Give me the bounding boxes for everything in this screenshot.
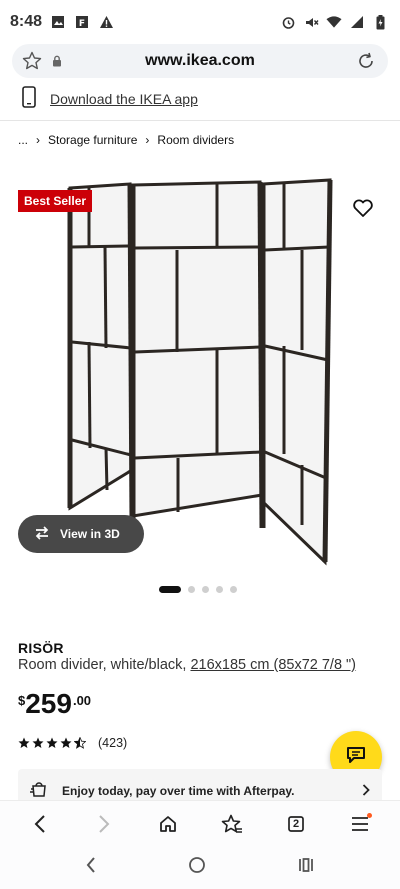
product-dimensions-link[interactable]: 216x185 cm (85x72 7/8 ") [190,657,356,673]
font-icon: F [74,14,90,30]
carousel-dot[interactable] [230,586,237,593]
nav-back-icon [87,857,96,873]
product-description-text: Room divider, white/black, [18,657,191,673]
signal-icon [349,14,365,30]
status-left: 8:48 F [10,13,114,31]
product-image[interactable] [0,170,400,570]
tabs-button[interactable]: 2 [278,806,314,842]
star-filled-icon [32,737,44,748]
breadcrumb: ... › Storage furniture › Room dividers [18,133,234,147]
breadcrumb-ellipsis[interactable]: ... [18,133,28,147]
carousel-dot[interactable] [188,586,195,593]
status-bar: 8:48 F [0,0,400,44]
view-in-3d-button[interactable]: View in 3D [18,515,144,553]
nav-back-button[interactable] [85,856,97,879]
star-icon[interactable] [22,51,42,76]
3d-rotate-icon [32,525,52,544]
mute-icon [303,14,319,30]
browser-toolbar: 2 [0,800,400,846]
divider [0,120,400,121]
tab-count: 2 [292,817,300,830]
bookmark-star-icon [221,814,242,833]
image-icon [50,14,66,30]
svg-text:F: F [79,19,85,29]
nav-recents-button[interactable] [297,856,315,879]
chevron-right-icon: › [145,133,150,147]
status-time: 8:48 [10,13,43,30]
menu-button[interactable] [342,806,378,842]
image-carousel-dots [159,586,237,593]
nav-recents-icon [298,858,313,872]
product-name: RISÖR [18,640,64,656]
phone-icon [22,85,36,113]
carousel-dot[interactable] [159,586,181,593]
star-filled-icon [46,737,58,748]
home-icon [160,815,176,832]
system-nav-bar [0,846,400,889]
status-right [280,14,388,30]
heart-icon[interactable] [352,198,374,218]
back-arrow-icon [34,814,45,833]
chevron-right-icon: › [36,133,41,147]
url-bar[interactable]: www.ikea.com [12,44,388,78]
nav-home-icon [189,857,205,873]
divider-panel-left [67,182,135,521]
star-filled-icon [60,737,72,748]
carousel-dot[interactable] [202,586,209,593]
forward-arrow-icon [99,814,110,833]
nav-home-button[interactable] [188,856,206,879]
home-button[interactable] [150,806,186,842]
alarm-icon [280,14,296,30]
view-in-3d-label: View in 3D [60,527,120,541]
warning-icon [98,14,114,30]
best-seller-badge: Best Seller [18,190,93,212]
wifi-icon [326,14,342,30]
notification-dot [367,812,372,818]
rating-stars [18,737,86,749]
review-count: (423) [98,736,128,750]
product-price: $ 259 .00 [18,688,91,720]
divider-panel-right [260,178,333,566]
product-rating[interactable]: (423) [18,736,127,750]
app-download-banner[interactable]: Download the IKEA app [0,84,400,114]
back-button[interactable] [22,806,58,842]
star-half-icon [74,737,86,749]
afterpay-text: Enjoy today, pay over time with Afterpay… [62,784,295,798]
price-currency: $ [18,693,26,708]
battery-icon [372,14,388,30]
download-app-link[interactable]: Download the IKEA app [50,91,198,107]
menu-icon [352,816,368,831]
lock-icon [52,54,62,72]
reload-icon[interactable] [356,51,376,76]
afterpay-icon [30,781,48,801]
breadcrumb-item-storage-furniture[interactable]: Storage furniture [48,133,137,147]
price-decimal: .00 [72,693,92,708]
breadcrumb-item-room-dividers[interactable]: Room dividers [157,133,234,147]
divider-panel-middle [130,180,265,529]
url-text: www.ikea.com [145,52,255,69]
product-description: Room divider, white/black, 216x185 cm (8… [18,657,356,673]
chat-icon [346,746,366,769]
carousel-dot[interactable] [216,586,223,593]
chevron-right-icon [362,783,370,799]
price-integer: 259 [25,688,72,719]
forward-button[interactable] [86,806,122,842]
star-filled-icon [18,737,30,748]
bookmarks-button[interactable] [214,806,250,842]
